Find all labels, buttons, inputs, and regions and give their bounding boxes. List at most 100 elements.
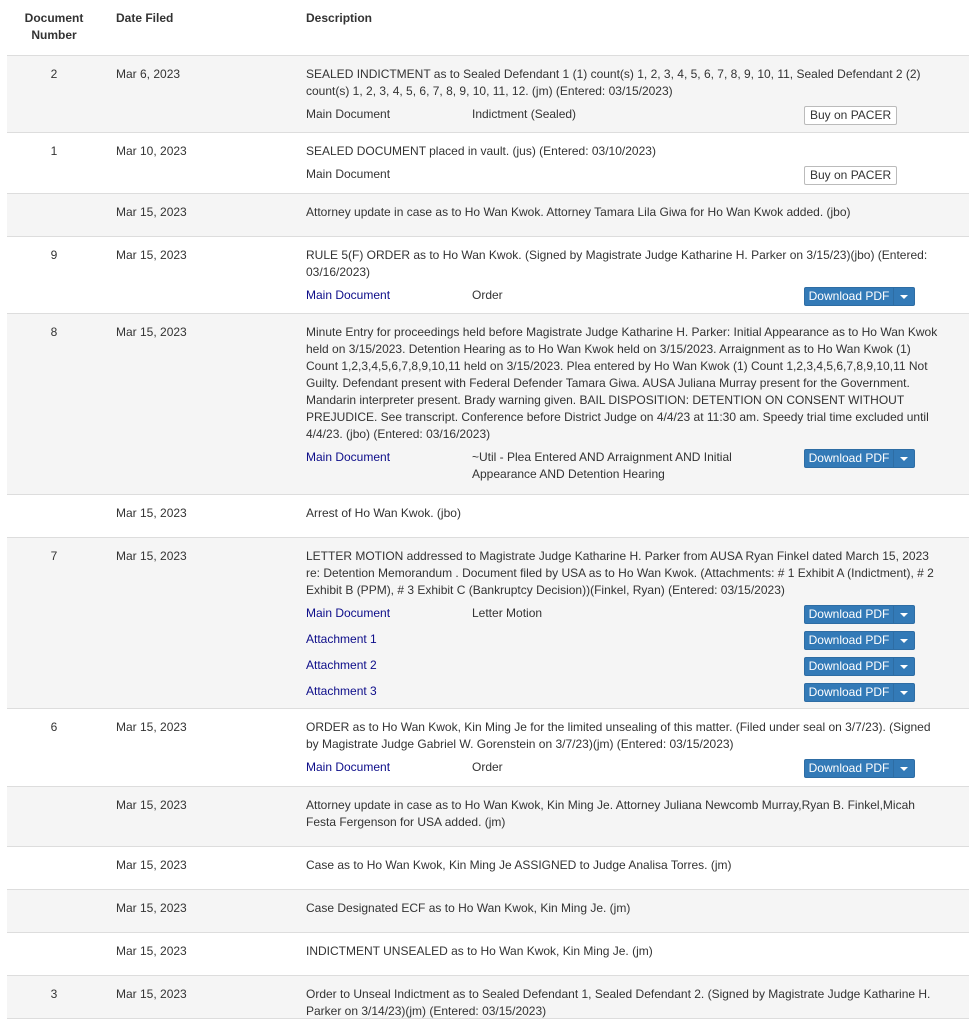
download-pdf-label: Download PDF [808, 633, 890, 647]
description-text: Arrest of Ho Wan Kwok. (jbo) [306, 506, 461, 520]
table-row: Mar 15, 2023 Attorney update in case as t… [7, 194, 969, 237]
attachment-row: Attachment 3 Download PDF [306, 683, 940, 709]
download-pdf-button[interactable]: Download PDF [804, 449, 915, 468]
description-cell: Minute Entry for proceedings held before… [306, 324, 940, 481]
description-text: SEALED DOCUMENT placed in vault. (jus) (… [306, 144, 656, 158]
document-link[interactable]: Main Document [306, 759, 390, 776]
table-row: 2 Mar 6, 2023 SEALED INDICTMENT as to Seal… [7, 56, 969, 133]
document-number: 9 [50, 248, 58, 262]
document-number: 1 [50, 144, 58, 158]
chevron-down-icon[interactable] [893, 684, 914, 701]
download-pdf-button[interactable]: Download PDF [804, 683, 915, 702]
table-row: 8 Mar 15, 2023 Minute Entry for proceeding… [7, 314, 969, 495]
chevron-down-icon[interactable] [893, 658, 914, 675]
attachment-row: Main Document Buy on PACER [306, 166, 940, 192]
attachment-description: Indictment (Sealed) [472, 107, 577, 121]
header-document-number: Document Number [24, 11, 84, 42]
table-row: 1 Mar 10, 2023 SEALED DOCUMENT placed in v… [7, 133, 969, 194]
date-filed: Mar 15, 2023 [116, 325, 187, 339]
document-link[interactable]: Main Document [306, 449, 390, 466]
description-text: SEALED INDICTMENT as to Sealed Defendant… [306, 67, 921, 98]
description-text: Case Designated ECF as to Ho Wan Kwok, K… [306, 901, 631, 915]
docket-table: Document Number Date Filed Description 2… [7, 0, 969, 1019]
download-pdf-label: Download PDF [808, 685, 890, 699]
description-cell: Arrest of Ho Wan Kwok. (jbo) [306, 505, 940, 522]
document-link[interactable]: Attachment 3 [306, 683, 377, 700]
attachment-row: Attachment 1 Download PDF [306, 631, 940, 657]
download-pdf-label: Download PDF [808, 607, 890, 621]
description-text: INDICTMENT UNSEALED as to Ho Wan Kwok, K… [306, 944, 653, 958]
chevron-down-icon[interactable] [893, 450, 914, 467]
date-filed: Mar 15, 2023 [116, 205, 187, 219]
attachment-row: Main Document Order Download PDF [306, 287, 940, 313]
document-link[interactable]: Attachment 1 [306, 631, 377, 648]
table-row: Mar 15, 2023 Case Designated ECF as to Ho… [7, 890, 969, 933]
table-row: 6 Mar 15, 2023 ORDER as to Ho Wan Kwok, Ki… [7, 709, 969, 787]
buy-on-pacer-button[interactable]: Buy on PACER [804, 166, 898, 185]
attachment-row: Main Document Letter Motion Download PDF [306, 605, 940, 631]
table-row: Mar 15, 2023 Arrest of Ho Wan Kwok. (jbo) [7, 495, 969, 538]
chevron-down-icon[interactable] [893, 288, 914, 305]
download-pdf-button[interactable]: Download PDF [804, 657, 915, 676]
docket-rows: 2 Mar 6, 2023 SEALED INDICTMENT as to Seal… [7, 56, 969, 1019]
description-text: RULE 5(F) ORDER as to Ho Wan Kwok. (Sign… [306, 248, 928, 279]
download-pdf-label: Download PDF [808, 761, 890, 775]
description-text: LETTER MOTION addressed to Magistrate Ju… [306, 549, 934, 597]
document-number: 8 [50, 325, 58, 339]
document-number: 6 [50, 720, 58, 734]
date-filed: Mar 15, 2023 [116, 798, 187, 812]
download-pdf-label: Download PDF [808, 659, 890, 673]
header-description: Description [306, 11, 373, 25]
attachment-row: Main Document Order Download PDF [306, 759, 940, 785]
chevron-down-icon[interactable] [893, 632, 914, 649]
attachment-row: Main Document ~Util - Plea Entered AND Ar… [306, 449, 940, 481]
attachment-row: Attachment 2 Download PDF [306, 657, 940, 683]
download-pdf-button[interactable]: Download PDF [804, 631, 915, 650]
buy-on-pacer-button[interactable]: Buy on PACER [804, 106, 898, 125]
download-pdf-button[interactable]: Download PDF [804, 287, 915, 306]
date-filed: Mar 15, 2023 [116, 506, 187, 520]
date-filed: Mar 15, 2023 [116, 858, 187, 872]
table-row: Mar 15, 2023 Attorney update in case as t… [7, 787, 969, 847]
date-filed: Mar 15, 2023 [116, 248, 187, 262]
description-text: ORDER as to Ho Wan Kwok, Kin Ming Je for… [306, 720, 931, 751]
table-row: Mar 15, 2023 INDICTMENT UNSEALED as to Ho… [7, 933, 969, 976]
download-pdf-label: Download PDF [808, 289, 890, 303]
description-text: Attorney update in case as to Ho Wan Kwo… [306, 205, 851, 219]
table-row: 7 Mar 15, 2023 LETTER MOTION addressed to … [7, 538, 969, 709]
description-text: Case as to Ho Wan Kwok, Kin Ming Je ASSI… [306, 858, 732, 872]
description-cell: INDICTMENT UNSEALED as to Ho Wan Kwok, K… [306, 943, 940, 960]
description-cell: SEALED INDICTMENT as to Sealed Defendant… [306, 66, 940, 132]
document-link[interactable]: Main Document [306, 287, 390, 304]
description-cell: Attorney update in case as to Ho Wan Kwo… [306, 797, 940, 831]
date-filed: Mar 6, 2023 [116, 67, 181, 81]
description-text: Minute Entry for proceedings held before… [306, 325, 938, 441]
chevron-down-icon[interactable] [893, 606, 914, 623]
description-text: Order to Unseal Indictment as to Sealed … [306, 987, 931, 1018]
table-row: 9 Mar 15, 2023 RULE 5(F) ORDER as to Ho Wa… [7, 237, 969, 314]
date-filed: Mar 15, 2023 [116, 549, 187, 563]
download-pdf-button[interactable]: Download PDF [804, 759, 915, 778]
table-header: Document Number Date Filed Description [7, 0, 969, 56]
download-pdf-button[interactable]: Download PDF [804, 605, 915, 624]
attachment-description: Order [472, 760, 503, 774]
document-number: 2 [50, 67, 58, 81]
date-filed: Mar 15, 2023 [116, 987, 187, 1001]
header-date-filed: Date Filed [116, 11, 174, 25]
attachment-description: Letter Motion [472, 606, 543, 620]
attachment-description: Order [472, 288, 503, 302]
download-pdf-label: Download PDF [808, 451, 890, 465]
date-filed: Mar 15, 2023 [116, 901, 187, 915]
description-cell: ORDER as to Ho Wan Kwok, Kin Ming Je for… [306, 719, 940, 785]
description-cell: LETTER MOTION addressed to Magistrate Ju… [306, 548, 940, 709]
date-filed: Mar 15, 2023 [116, 720, 187, 734]
date-filed: Mar 15, 2023 [116, 944, 187, 958]
document-link[interactable]: Attachment 2 [306, 657, 377, 674]
document-link[interactable]: Main Document [306, 605, 390, 622]
chevron-down-icon[interactable] [893, 760, 914, 777]
description-text: Attorney update in case as to Ho Wan Kwo… [306, 798, 915, 829]
document-number: 3 [50, 987, 58, 1001]
description-cell: Attorney update in case as to Ho Wan Kwo… [306, 204, 940, 221]
table-row: Mar 15, 2023 Case as to Ho Wan Kwok, Kin … [7, 847, 969, 890]
document-number: 7 [50, 549, 58, 563]
